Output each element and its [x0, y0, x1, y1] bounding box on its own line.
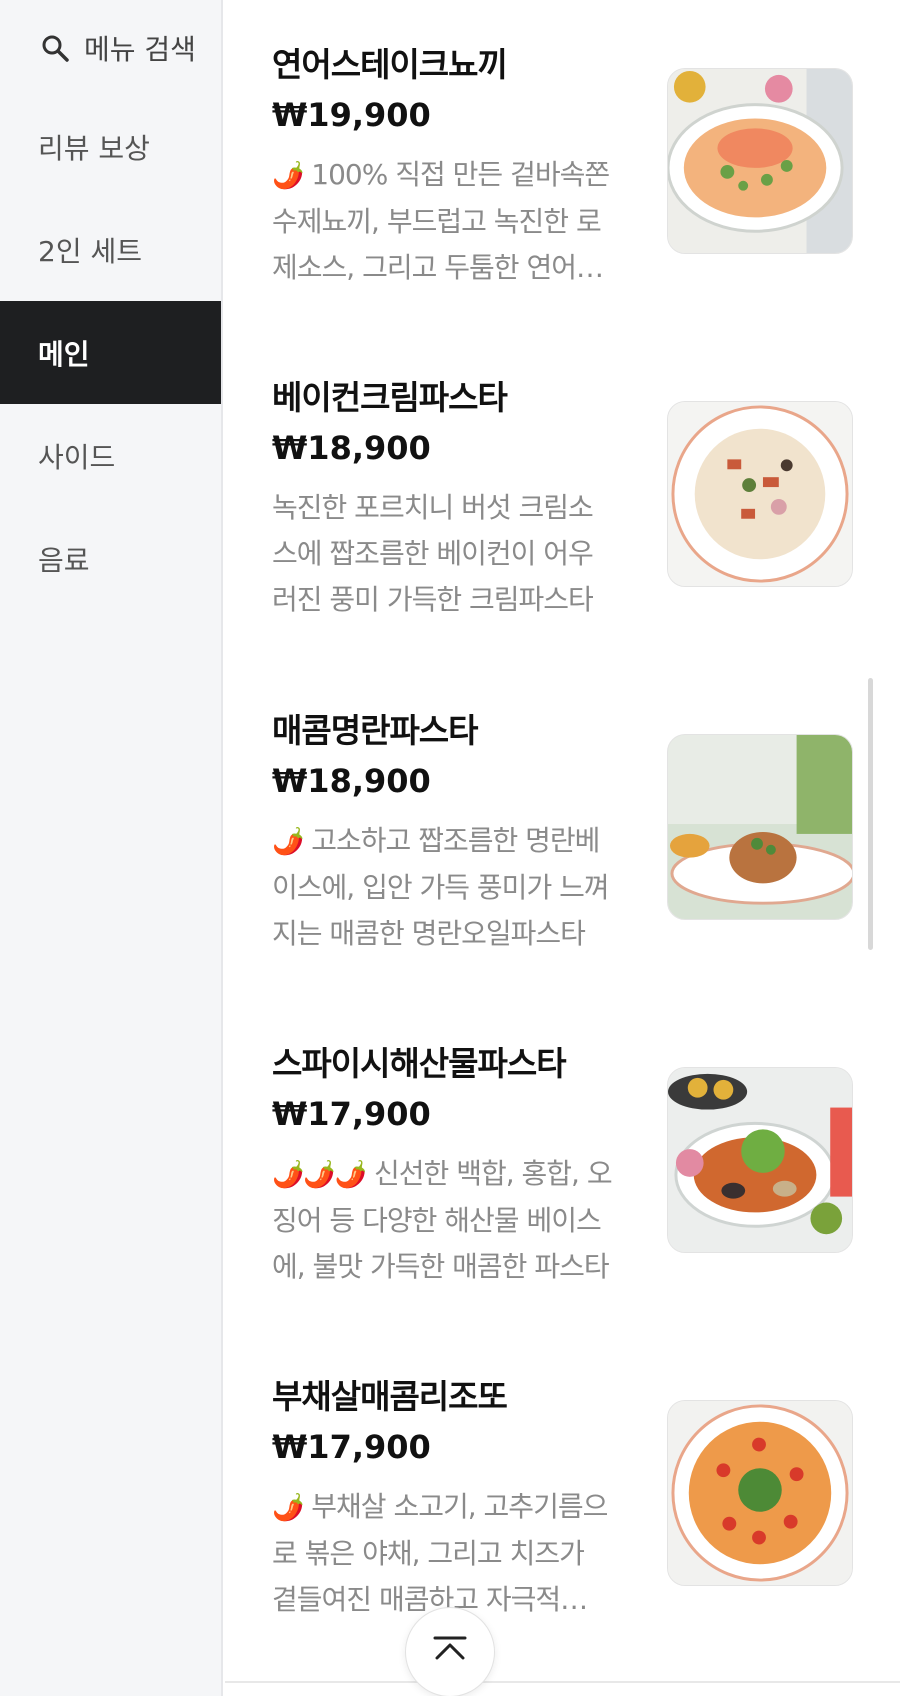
menu-item-price: ₩17,900	[272, 1428, 431, 1466]
menu-item-salmon-gnocchi[interactable]: 연어스테이크뇨끼 ₩19,900 🌶️ 100% 직접 만든 겉바속쫀 수제뇨끼…	[225, 0, 900, 333]
sidebar-item-label: 사이드	[38, 440, 116, 474]
spicy-seafood-pasta-photo	[667, 1067, 853, 1253]
bottom-divider	[225, 1681, 900, 1683]
menu-list: 연어스테이크뇨끼 ₩19,900 🌶️ 100% 직접 만든 겉바속쫀 수제뇨끼…	[225, 0, 900, 1696]
menu-item-description-text: 녹진한 포르치니 버섯 크림소스에 짭조름한 베이컨이 어우러진 풍미 가득한 …	[272, 491, 594, 616]
sidebar-item-side[interactable]: 사이드	[0, 404, 221, 507]
sidebar-item-label: 2인 세트	[38, 234, 142, 268]
menu-item-name: 매콤명란파스타	[272, 711, 479, 750]
menu-item-description-text: 100% 직접 만든 겉바속쫀 수제뇨끼, 부드럽고 녹진한 로제소스, 그리고…	[272, 158, 610, 284]
menu-item-price: ₩18,900	[272, 429, 431, 467]
sidebar-item-label: 리뷰 보상	[38, 131, 150, 165]
menu-search-label: 메뉴 검색	[84, 32, 196, 66]
menu-item-name: 연어스테이크뇨끼	[272, 45, 508, 84]
menu-item-price: ₩18,900	[272, 762, 431, 800]
sidebar-item-review-reward[interactable]: 리뷰 보상	[0, 95, 221, 198]
chili-icon: 🌶️	[272, 1493, 304, 1523]
category-sidebar: 메뉴 검색 리뷰 보상 2인 세트 메인 사이드 음료	[0, 0, 223, 1696]
spicy-pollock-roe-pasta-photo	[667, 734, 853, 920]
scroll-to-top-button[interactable]	[405, 1607, 495, 1696]
chevron-up-icon	[433, 1636, 467, 1660]
menu-item-description: 녹진한 포르치니 버섯 크림소스에 짭조름한 베이컨이 어우러진 풍미 가득한 …	[272, 485, 612, 623]
menu-item-bacon-cream-pasta[interactable]: 베이컨크림파스타 ₩18,900 녹진한 포르치니 버섯 크림소스에 짭조름한 …	[225, 333, 900, 666]
scrollbar[interactable]	[868, 678, 873, 950]
menu-item-price: ₩17,900	[272, 1095, 431, 1133]
menu-item-spicy-beef-risotto[interactable]: 부채살매콤리조또 ₩17,900 🌶️ 부채살 소고기, 고추기름으로 볶은 야…	[225, 1332, 900, 1665]
sidebar-item-drinks[interactable]: 음료	[0, 507, 221, 610]
menu-item-spicy-seafood-pasta[interactable]: 스파이시해산물파스타 ₩17,900 🌶️🌶️🌶️ 신선한 백합, 홍합, 오징…	[225, 999, 900, 1332]
menu-item-spicy-pollock-roe-pasta[interactable]: 매콤명란파스타 ₩18,900 🌶️ 고소하고 짭조름한 명란베이스에, 입안 …	[225, 666, 900, 999]
menu-item-name: 베이컨크림파스타	[272, 378, 508, 417]
menu-item-description: 🌶️ 고소하고 짭조름한 명란베이스에, 입안 가득 풍미가 느껴지는 매콤한 …	[272, 818, 612, 957]
menu-item-name: 스파이시해산물파스타	[272, 1044, 567, 1083]
salmon-gnocchi-photo	[667, 68, 853, 254]
menu-item-description: 🌶️ 부채살 소고기, 고추기름으로 볶은 야채, 그리고 치즈가 곁들여진 매…	[272, 1484, 612, 1623]
menu-search-button[interactable]: 메뉴 검색	[0, 0, 221, 95]
menu-item-name: 부채살매콤리조또	[272, 1377, 508, 1416]
sidebar-item-set-for-two[interactable]: 2인 세트	[0, 198, 221, 301]
menu-item-description-text: 고소하고 짭조름한 명란베이스에, 입안 가득 풍미가 느껴지는 매콤한 명란오…	[272, 824, 610, 950]
menu-item-description-text: 부채살 소고기, 고추기름으로 볶은 야채, 그리고 치즈가 곁들여진 매콤하고…	[272, 1490, 608, 1616]
sidebar-item-label: 음료	[38, 543, 90, 577]
chili-icon: 🌶️	[272, 827, 304, 857]
search-icon	[42, 35, 69, 62]
menu-item-description: 🌶️🌶️🌶️ 신선한 백합, 홍합, 오징어 등 다양한 해산물 베이스에, 불…	[272, 1151, 612, 1290]
bacon-cream-pasta-photo	[667, 401, 853, 587]
sidebar-item-main[interactable]: 메인	[0, 301, 221, 404]
menu-item-price: ₩19,900	[272, 96, 431, 134]
spicy-beef-risotto-photo	[667, 1400, 853, 1586]
menu-item-description: 🌶️ 100% 직접 만든 겉바속쫀 수제뇨끼, 부드럽고 녹진한 로제소스, …	[272, 152, 612, 291]
sidebar-item-label: 메인	[38, 337, 90, 371]
chili-icon: 🌶️🌶️🌶️	[272, 1160, 367, 1190]
chili-icon: 🌶️	[272, 161, 304, 191]
